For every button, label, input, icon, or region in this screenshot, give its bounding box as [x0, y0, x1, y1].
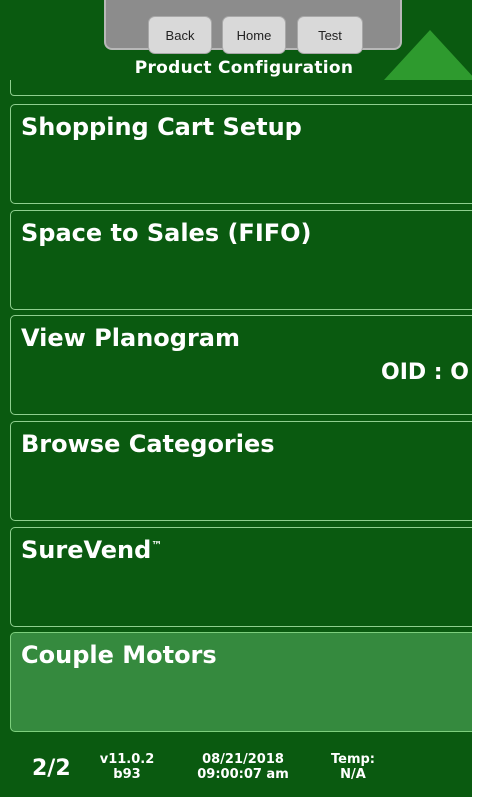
menu-item-space-to-sales[interactable]: Space to Sales (FIFO): [10, 210, 477, 310]
temp-label: Temp:: [330, 752, 375, 767]
previous-item-edge: [10, 80, 477, 96]
menu-item-label: Shopping Cart Setup: [21, 113, 302, 141]
time-text: 09:00:07 am: [197, 767, 289, 782]
temperature-info: Temp: N/A: [318, 752, 388, 782]
menu-item-couple-motors[interactable]: Couple Motors: [10, 632, 477, 732]
screen: Back Home Test Product Configuration Sho…: [0, 0, 477, 797]
trademark-mark: ™: [151, 539, 163, 552]
page-title: Product Configuration: [134, 58, 354, 78]
menu-item-surevend[interactable]: SureVend™: [10, 527, 477, 627]
date-text: 08/21/2018: [202, 752, 284, 767]
menu-item-shopping-cart-setup[interactable]: Shopping Cart Setup: [10, 104, 477, 204]
scroll-up-icon[interactable]: [384, 30, 476, 80]
menu-item-browse-categories[interactable]: Browse Categories: [10, 421, 477, 521]
surevend-text: SureVend: [21, 536, 152, 564]
page-indicator: 2/2: [32, 756, 71, 781]
test-button[interactable]: Test: [297, 16, 363, 54]
menu-item-label: Browse Categories: [21, 430, 275, 458]
home-button[interactable]: Home: [222, 16, 286, 54]
version-text: v11.0.2: [99, 752, 155, 767]
temp-value: N/A: [340, 767, 366, 782]
back-button[interactable]: Back: [148, 16, 212, 54]
status-footer: 2/2 v11.0.2 b93 08/21/2018 09:00:07 am T…: [0, 736, 472, 797]
menu-item-label: View Planogram: [21, 324, 240, 352]
menu-item-view-planogram[interactable]: View Planogram OID : O: [10, 315, 477, 415]
menu-item-label: SureVend™: [21, 536, 162, 564]
menu-item-label: Space to Sales (FIFO): [21, 219, 312, 247]
oid-label: OID : O: [381, 360, 469, 385]
frame-edge: [472, 0, 477, 797]
version-info: v11.0.2 b93: [92, 752, 162, 782]
menu-item-label: Couple Motors: [21, 641, 217, 669]
datetime-info: 08/21/2018 09:00:07 am: [178, 752, 308, 782]
build-text: b93: [113, 767, 141, 782]
